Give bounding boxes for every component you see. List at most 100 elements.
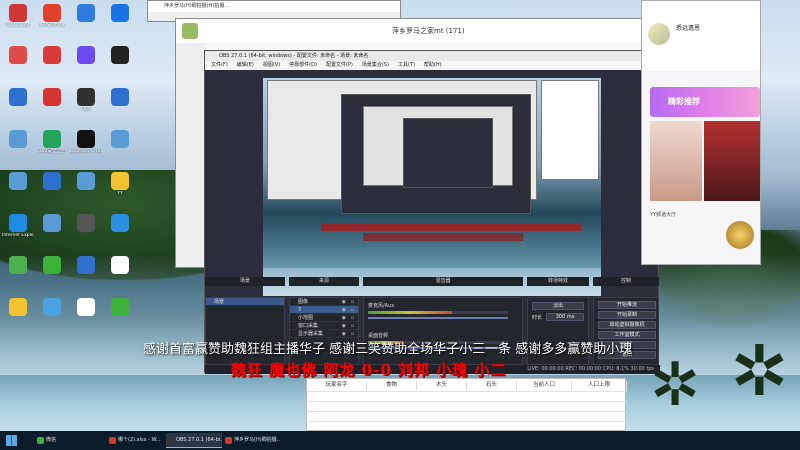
taskbar-window-button[interactable]: 萍乡罗马(H)卿拍摄...	[224, 433, 280, 448]
desktop-icon[interactable]	[104, 130, 136, 170]
desktop-icon[interactable]	[2, 256, 34, 296]
desktop-icon[interactable]	[70, 4, 102, 44]
preview-window	[541, 80, 599, 180]
lock-icon[interactable]: ▫	[351, 306, 354, 314]
desktop-icon[interactable]	[2, 172, 34, 212]
desktop-icon[interactable]	[2, 46, 34, 86]
desktop-icon[interactable]: Riot Client	[2, 4, 34, 44]
source-item[interactable]: 3 ◉ ▫	[290, 306, 358, 314]
volume-meter	[368, 311, 508, 314]
eye-icon[interactable]: ◉	[342, 314, 346, 322]
stream-thumbnail[interactable]	[704, 121, 760, 201]
sheet-header-cell[interactable]: 石头	[467, 381, 517, 390]
start-button[interactable]	[6, 435, 17, 446]
sheet-header-cell[interactable]: 人口上限	[572, 381, 627, 390]
stream-thumbnail[interactable]	[650, 121, 702, 201]
desktop-icon[interactable]	[70, 214, 102, 254]
transitions-dock-header: 转场特效	[527, 277, 589, 286]
app-icon	[9, 256, 27, 274]
desktop-icon-label: YY	[117, 191, 123, 196]
desktop-icon[interactable]	[104, 214, 136, 254]
yy-panel[interactable]: 悉远遗恩 精彩推荐 YY频道大厅	[641, 0, 761, 265]
sheet-header-cell[interactable]: 食物	[367, 381, 417, 390]
scene-item[interactable]: 场景	[206, 298, 284, 306]
lock-icon[interactable]: ▫	[351, 330, 354, 338]
desktop-icon[interactable]	[36, 172, 68, 212]
menu-item[interactable]: 视图(V)	[263, 62, 280, 68]
app-icon	[9, 214, 27, 232]
menu-item[interactable]: 帮助(H)	[424, 62, 442, 68]
eye-icon[interactable]: ◉	[342, 298, 346, 306]
obs-window[interactable]: OBS 27.0.1 (64-bit, windows) - 配置文件: 未命名…	[204, 50, 660, 374]
menu-item[interactable]: 编辑(E)	[237, 62, 254, 68]
lock-icon[interactable]: ▫	[351, 298, 354, 306]
control-button[interactable]: 开始推流	[598, 301, 656, 309]
menu-item[interactable]: 场景集合(S)	[362, 62, 389, 68]
scoreboard-sheet[interactable]: 玩家名字 食物 木头 石头 当前人口 人口上限	[306, 378, 627, 431]
desktop-icon[interactable]: OBS	[70, 88, 102, 128]
emblem-icon[interactable]	[726, 221, 754, 249]
desktop-icon[interactable]: Internet Explorer	[2, 214, 34, 254]
desktop-icon[interactable]: Logitech G HUB	[70, 130, 102, 170]
desktop-icon[interactable]	[36, 298, 68, 338]
duration-input[interactable]: 300 ms	[546, 313, 584, 321]
desktop-icon[interactable]	[36, 214, 68, 254]
desktop-icon[interactable]	[36, 256, 68, 296]
control-button[interactable]: 开始录制	[598, 311, 656, 319]
taskbar-app[interactable]: 微信	[36, 433, 56, 448]
control-button[interactable]: 启动虚拟摄像机	[598, 321, 656, 329]
source-item[interactable]: 小地图 ◉ ▫	[290, 314, 358, 322]
menu-item[interactable]: 文件(F)	[211, 62, 228, 68]
lock-icon[interactable]: ▫	[351, 314, 354, 322]
desktop-icon[interactable]	[2, 130, 34, 170]
sheet-header-cell[interactable]: 玩家名字	[307, 381, 367, 390]
app-icon	[111, 172, 129, 190]
volume-slider[interactable]	[368, 317, 508, 319]
desktop-icon[interactable]	[104, 298, 136, 338]
eye-icon[interactable]: ◉	[342, 330, 346, 338]
app-icon	[9, 172, 27, 190]
desktop-icon[interactable]: YY	[104, 172, 136, 212]
controls-dock-header: 控制	[593, 277, 659, 286]
eye-icon[interactable]: ◉	[342, 306, 346, 314]
desktop-icon[interactable]: WPS Office	[36, 4, 68, 44]
menu-item[interactable]: 配置文件(P)	[326, 62, 353, 68]
desktop-icon[interactable]: 360安全卫士	[36, 130, 68, 170]
app-icon	[9, 298, 27, 316]
source-item[interactable]: 显示器采集 ◉ ▫	[290, 330, 358, 338]
scenes-dock-header: 场景	[205, 277, 285, 286]
desktop-icon[interactable]	[104, 46, 136, 86]
sheet-header-cell[interactable]: 木头	[417, 381, 467, 390]
app-icon	[77, 172, 95, 190]
app-icon	[9, 130, 27, 148]
eye-icon[interactable]: ◉	[342, 322, 346, 330]
desktop-icon[interactable]	[70, 172, 102, 212]
desktop-icon[interactable]	[36, 88, 68, 128]
desktop-icon[interactable]	[104, 256, 136, 296]
duration-label: 时长	[532, 315, 543, 321]
avatar[interactable]	[648, 23, 670, 45]
preview-thanks-bar	[321, 223, 581, 231]
app-icon	[111, 256, 129, 274]
app-icon	[77, 256, 95, 274]
recommend-banner[interactable]: 精彩推荐	[650, 87, 760, 117]
source-name: 窗口采集	[298, 323, 319, 329]
source-item[interactable]: 图像 ◉ ▫	[290, 298, 358, 306]
menu-item[interactable]: 工具(T)	[398, 62, 415, 68]
desktop-icon[interactable]	[104, 4, 136, 44]
transition-select[interactable]: 淡出	[532, 302, 584, 310]
desktop-icon[interactable]	[70, 46, 102, 86]
desktop-icon[interactable]	[2, 298, 34, 338]
desktop-icon[interactable]	[104, 88, 136, 128]
desktop-icon[interactable]	[70, 256, 102, 296]
taskbar-window-button[interactable]: 哪个(2).xlsx - W...	[108, 433, 164, 448]
sheet-header-cell[interactable]: 当前人口	[517, 381, 572, 390]
desktop-icon[interactable]	[36, 46, 68, 86]
desktop-icon[interactable]	[2, 88, 34, 128]
taskbar-window-button[interactable]: OBS 27.0.1 (64-bi...	[166, 433, 222, 448]
obs-menu-bar[interactable]: 文件(F) 编辑(E) 视图(V) 停靠部件(D) 配置文件(P) 场景集合(S) 工具(T…	[205, 61, 658, 70]
menu-item[interactable]: 停靠部件(D)	[289, 62, 317, 68]
desktop-icon[interactable]	[70, 298, 102, 338]
source-item[interactable]: 窗口采集 ◉ ▫	[290, 322, 358, 330]
lock-icon[interactable]: ▫	[351, 322, 354, 330]
